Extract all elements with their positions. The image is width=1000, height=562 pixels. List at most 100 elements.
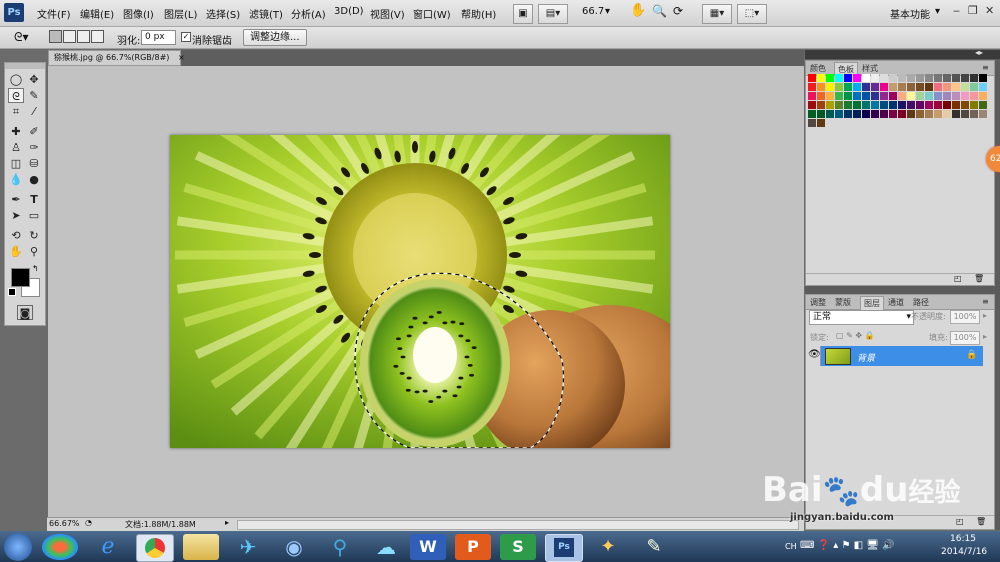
close-icon[interactable]: ✕ [985,4,994,17]
hand-tool-icon[interactable]: ✋ [8,244,24,259]
taskbar-chrome-icon[interactable] [136,534,174,562]
new-layer-icon[interactable]: ◰ [956,517,964,526]
layer-name[interactable]: 背景 [857,351,875,364]
search-app-icon[interactable]: ⚲ [322,534,358,560]
minimize-icon[interactable]: ‒ [953,4,960,17]
shape-tool-icon[interactable]: ▭ [26,208,42,223]
wps-writer-icon[interactable]: W [410,534,446,560]
photoshop-taskbar-icon[interactable]: Ps [545,534,583,562]
lasso-preset-icon[interactable]: ᘓ▾ [14,30,28,45]
hand-icon[interactable]: ✋ [630,3,646,18]
menu-window[interactable]: 窗口(W) [413,6,451,21]
clone-stamp-tool-icon[interactable]: ♙ [8,140,24,155]
layer-row[interactable]: 👁 背景 🔒 [806,346,983,366]
eraser-tool-icon[interactable]: ◫ [8,156,24,171]
rotate-view-icon[interactable]: ⟳ [673,4,683,18]
tab-channels[interactable]: 通道 [888,297,904,308]
tab-styles[interactable]: 样式 [862,63,878,74]
menu-edit[interactable]: 编辑(E) [80,6,114,21]
menu-view[interactable]: 视图(V) [370,6,405,21]
layers-menu-icon[interactable]: ≡ [982,297,989,306]
menu-image[interactable]: 图像(I) [123,6,154,21]
workspace-dropdown-icon[interactable]: ▾ [935,6,940,17]
blur-tool-icon[interactable]: 💧 [8,172,24,187]
menu-3d[interactable]: 3D(D) [334,6,364,17]
tab-adjustments[interactable]: 调整 [810,297,826,308]
zoom-dropdown-icon[interactable]: ▾ [605,6,610,17]
paint-app-icon[interactable]: ✎ [636,534,672,560]
antialias-checkbox[interactable]: ✓ [181,32,191,42]
fill-input[interactable]: 100% [950,331,980,345]
clock-date[interactable]: 2014/7/16 [941,547,987,557]
cloud-app-icon[interactable]: ☁ [368,534,404,560]
status-arrow-icon[interactable]: ▸ [225,518,229,527]
document-tab-close-icon[interactable]: × [178,53,185,62]
quick-select-tool-icon[interactable]: ✎ [26,88,42,103]
restore-icon[interactable]: ❐ [968,4,978,17]
ie-icon[interactable]: ℯ [90,534,126,560]
add-selection-icon[interactable] [63,30,76,43]
status-zoom[interactable]: 66.67% [49,519,80,528]
zoom-tool-icon[interactable]: ⚲ [26,244,42,259]
opacity-input[interactable]: 100% [950,310,980,324]
menu-layer[interactable]: 图层(L) [164,6,197,21]
fill-slider-icon[interactable]: ▸ [983,332,987,341]
dodge-tool-icon[interactable]: ● [26,172,42,187]
workspace-switcher[interactable]: 基本功能 [890,6,930,21]
feather-input[interactable]: 0 px [141,30,176,45]
swatch-grid[interactable] [808,74,994,164]
gift-app-icon[interactable]: ✦ [590,534,626,560]
tab-paths[interactable]: 路径 [913,297,929,308]
status-menu-icon[interactable]: ◔ [85,518,92,527]
blend-mode-select[interactable]: 正常 ▾ [809,310,914,325]
swap-colors-icon[interactable]: ↰ [32,264,39,273]
tab-color[interactable]: 颜色 [810,63,826,74]
tab-masks[interactable]: 蒙版 [835,297,851,308]
refine-edge-button[interactable]: 调整边缘... [243,29,307,46]
document-canvas[interactable] [170,135,670,448]
horizontal-scrollbar[interactable] [237,520,799,530]
path-select-tool-icon[interactable]: ➤ [8,208,24,223]
wps-spreadsheet-icon[interactable]: S [500,534,536,560]
delete-swatch-icon[interactable]: 🗑 [974,274,984,283]
dock-collapse-icon[interactable]: ◂▸ [975,48,983,57]
taskbar-app-icon-1[interactable] [42,534,78,560]
layer-visibility-eye-icon[interactable]: 👁 [808,349,821,360]
new-swatch-icon[interactable]: ◰ [954,274,962,283]
document-tab[interactable]: 猕猴桃.jpg @ 66.7%(RGB/8#) × [48,50,185,66]
pen-tool-icon[interactable]: ✒ [8,192,24,207]
opacity-slider-icon[interactable]: ▸ [983,311,987,320]
bridge-button[interactable]: ▣ [513,4,533,24]
brush-tool-icon[interactable]: ✐ [26,124,42,139]
menu-help[interactable]: 帮助(H) [461,6,496,21]
tray-icons[interactable]: ⌨ ❓ ▴ ⚑ ◧ 🖥 🔊 [800,540,895,551]
type-tool-icon[interactable]: T [26,192,42,207]
bird-app-icon[interactable]: ✈ [230,534,266,560]
zoom-icon[interactable]: 🔍 [652,4,667,18]
arrange-docs-button[interactable]: ▦▾ [702,4,732,24]
move-tool-icon[interactable]: ✥ [26,72,42,87]
paint-bucket-tool-icon[interactable]: ⛁ [26,156,42,171]
3d-orbit-tool-icon[interactable]: ↻ [26,228,42,243]
zoom-level[interactable]: 66.7 [582,6,604,17]
lock-pixels-icon[interactable]: ▢ ✎ ✥ 🔒 [836,331,875,340]
menu-file[interactable]: 文件(F) [37,6,71,21]
healing-brush-tool-icon[interactable]: ✚ [8,124,24,139]
default-colors-icon[interactable] [8,288,16,296]
media-player-icon[interactable]: ◉ [276,534,312,560]
menu-filter[interactable]: 滤镜(T) [249,6,283,21]
language-indicator[interactable]: CH [785,542,797,551]
swatches-menu-icon[interactable]: ≡ [982,63,989,72]
subtract-selection-icon[interactable] [77,30,90,43]
view-extras-button[interactable]: ▤▾ [538,4,568,24]
new-selection-icon[interactable] [49,30,62,43]
marquee-tool-icon[interactable]: ◯ [8,72,24,87]
3d-rotate-tool-icon[interactable]: ⟲ [8,228,24,243]
menu-select[interactable]: 选择(S) [206,6,240,21]
delete-layer-icon[interactable]: 🗑 [976,517,986,526]
menu-analysis[interactable]: 分析(A) [291,6,326,21]
intersect-selection-icon[interactable] [91,30,104,43]
folder-icon[interactable] [183,534,219,560]
eyedropper-tool-icon[interactable]: ⁄ [26,104,42,119]
quick-mask-icon[interactable]: ◙ [17,305,33,320]
